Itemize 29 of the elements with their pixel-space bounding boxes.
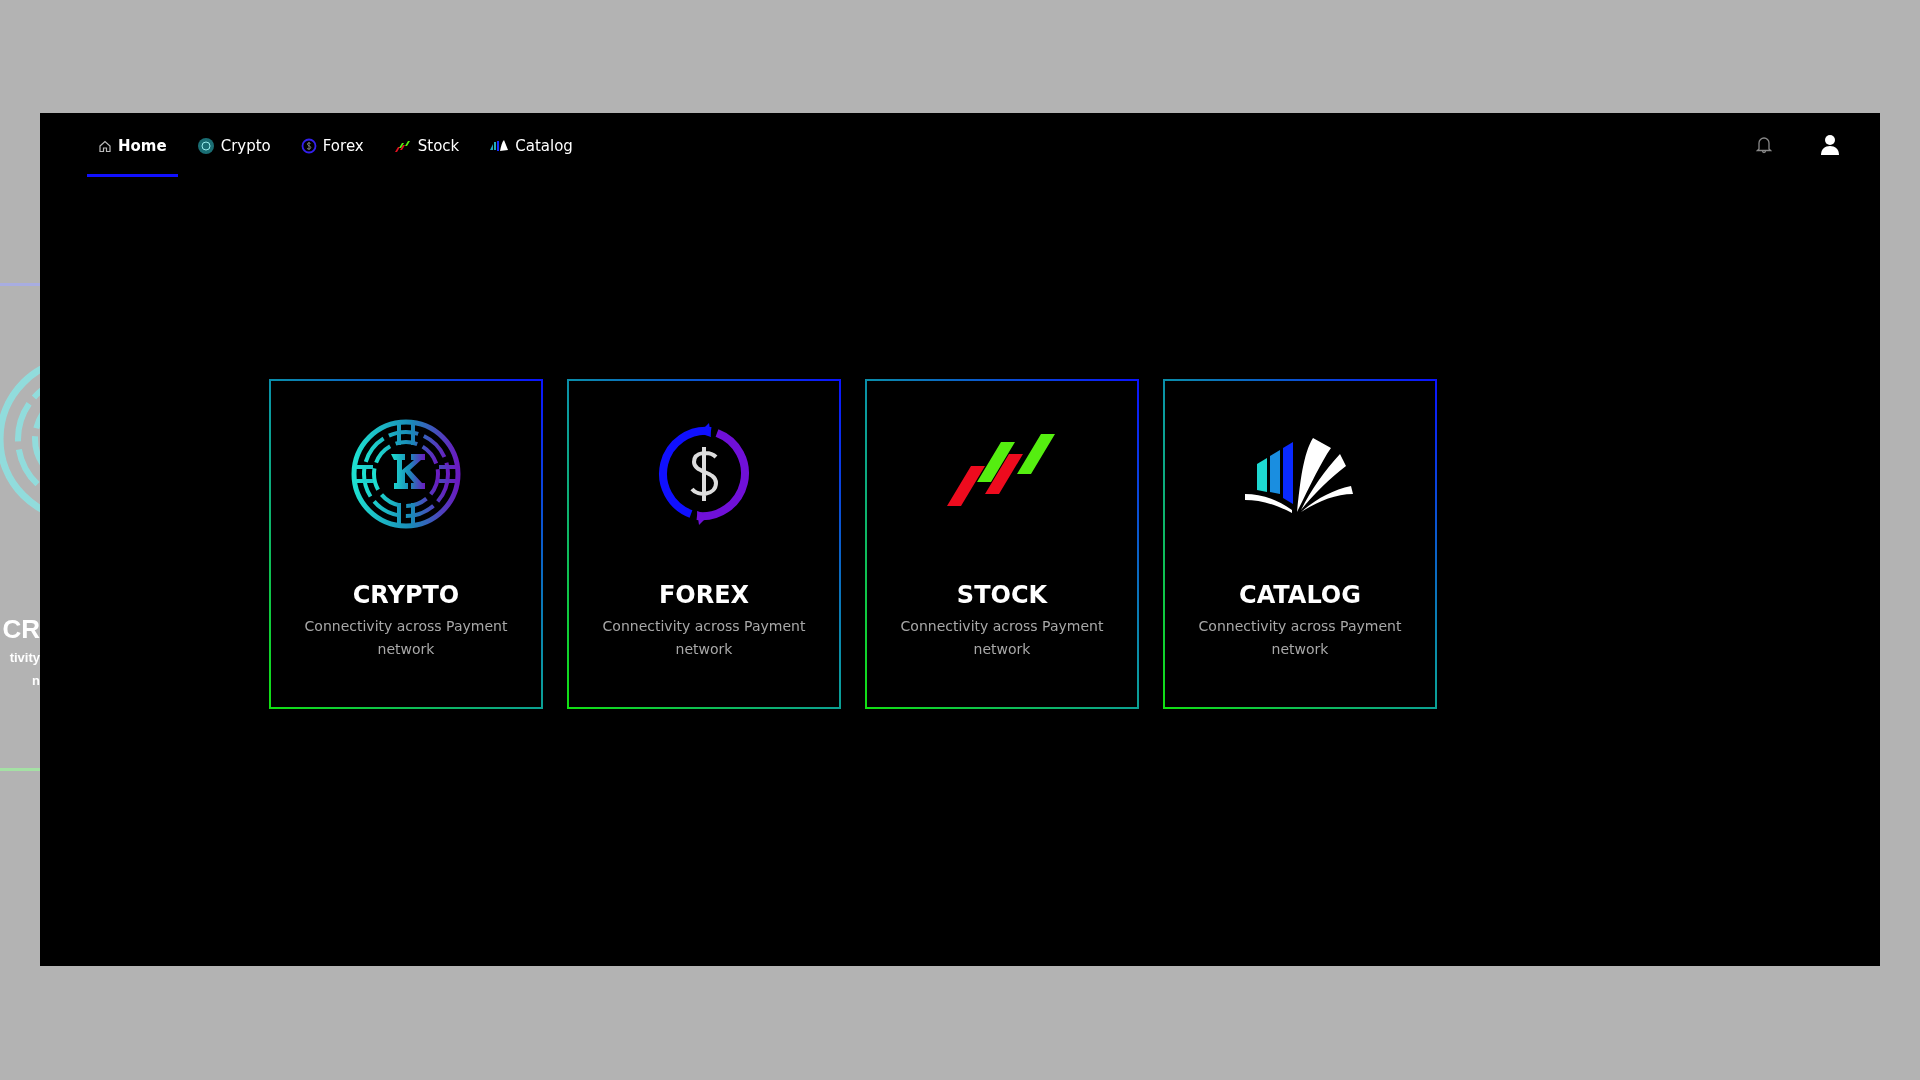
user-icon[interactable] [1820, 134, 1840, 156]
card-title: STOCK [956, 581, 1048, 609]
coin-icon [196, 136, 215, 155]
card-border [0, 283, 40, 286]
bell-icon[interactable] [1756, 136, 1772, 154]
card-title: CR [2, 616, 40, 642]
nav-tab[interactable]: Stock [382, 113, 471, 177]
home-icon [98, 138, 112, 153]
category-card[interactable]: CATALOG Connectivity across Payment network [1163, 379, 1437, 709]
card-description: Connectivity across Payment network [303, 617, 509, 659]
chart-bars-icon [393, 138, 412, 153]
card-border [0, 768, 40, 771]
card-description: Connectivity across Payment network [601, 617, 807, 659]
category-card[interactable]: STOCK Connectivity across Payment network [865, 379, 1139, 709]
nav-tab[interactable]: Forex [289, 113, 375, 177]
card-title: FOREX [658, 581, 750, 609]
nav-tab[interactable]: Home [87, 113, 178, 177]
nav-tab[interactable]: Catalog [478, 113, 584, 177]
card-description: tivity [9, 650, 40, 665]
coin-icon [351, 419, 461, 529]
card-description: Connectivity across Payment network [899, 617, 1105, 659]
category-card[interactable]: FOREX Connectivity across Payment network [567, 379, 841, 709]
category-card[interactable]: CRYPTO Connectivity across Payment network [269, 379, 543, 709]
card-title: CRYPTO [352, 581, 460, 609]
card-description: n [32, 673, 40, 688]
nav-tab[interactable]: Crypto [185, 113, 282, 177]
dollar-icon [300, 136, 317, 155]
card-title: CATALOG [1239, 581, 1361, 609]
card-description: Connectivity across Payment network [1197, 617, 1403, 659]
